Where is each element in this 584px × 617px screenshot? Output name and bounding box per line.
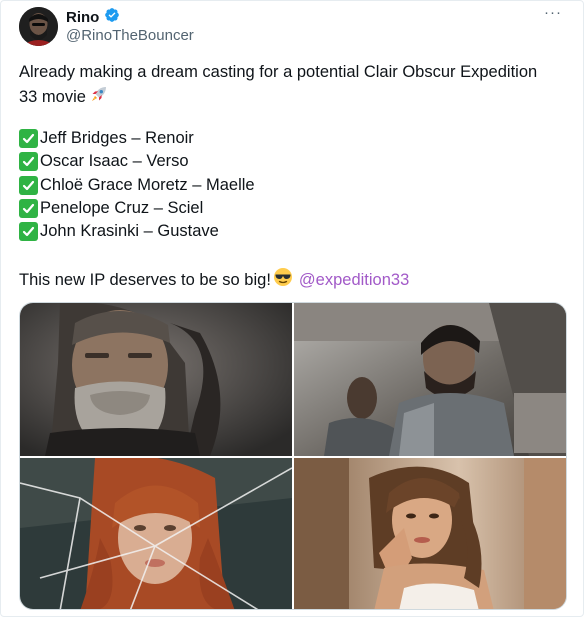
post-closing-line: This new IP deserves to be so big! @expe… bbox=[19, 267, 409, 294]
check-mark-emoji-icon bbox=[19, 152, 38, 172]
check-mark-emoji-icon bbox=[19, 199, 38, 219]
list-item: John Krasinki – Gustave bbox=[19, 220, 567, 243]
list-item: Jeff Bridges – Renoir bbox=[19, 127, 567, 150]
check-mark-emoji-icon bbox=[19, 222, 38, 242]
photo-oscar-isaac[interactable] bbox=[294, 303, 566, 456]
rocket-emoji-icon bbox=[89, 84, 109, 111]
display-name[interactable]: Rino bbox=[66, 9, 99, 26]
cast-item-text: Penelope Cruz – Sciel bbox=[40, 199, 204, 218]
check-mark-emoji-icon bbox=[19, 129, 38, 149]
cast-item-text: John Krasinki – Gustave bbox=[40, 222, 219, 241]
photo-penelope-cruz[interactable] bbox=[294, 458, 566, 609]
verified-badge-icon bbox=[104, 7, 120, 28]
post-text-line-2-text: 33 movie bbox=[19, 88, 86, 106]
post-text-line-1: Already making a dream casting for a pot… bbox=[19, 63, 538, 81]
tweet-card: Rino @RinoTheBouncer ··· Already making … bbox=[0, 0, 584, 617]
cast-item-text: Chloë Grace Moretz – Maelle bbox=[40, 175, 255, 194]
avatar[interactable] bbox=[19, 7, 58, 46]
cast-item-text: Oscar Isaac – Verso bbox=[40, 152, 189, 171]
author-row: Rino bbox=[66, 7, 120, 27]
more-options-icon[interactable]: ··· bbox=[541, 5, 565, 25]
photo-jeff-bridges[interactable] bbox=[20, 303, 292, 456]
photo-chloe-grace-moretz[interactable] bbox=[20, 458, 292, 609]
list-item: Chloë Grace Moretz – Maelle bbox=[19, 174, 567, 197]
check-mark-emoji-icon bbox=[19, 175, 38, 195]
media-grid bbox=[19, 302, 567, 610]
sunglasses-emoji-icon bbox=[273, 267, 293, 294]
closing-text: This new IP deserves to be so big! bbox=[19, 271, 271, 289]
cast-list: Jeff Bridges – Renoir Oscar Isaac – Vers… bbox=[19, 127, 567, 243]
post-text-line-2: 33 movie bbox=[19, 84, 567, 111]
list-item: Oscar Isaac – Verso bbox=[19, 150, 567, 173]
mention-link[interactable]: @expedition33 bbox=[299, 269, 409, 292]
cast-item-text: Jeff Bridges – Renoir bbox=[40, 129, 194, 148]
author-handle[interactable]: @RinoTheBouncer bbox=[66, 27, 194, 44]
list-item: Penelope Cruz – Sciel bbox=[19, 197, 567, 220]
